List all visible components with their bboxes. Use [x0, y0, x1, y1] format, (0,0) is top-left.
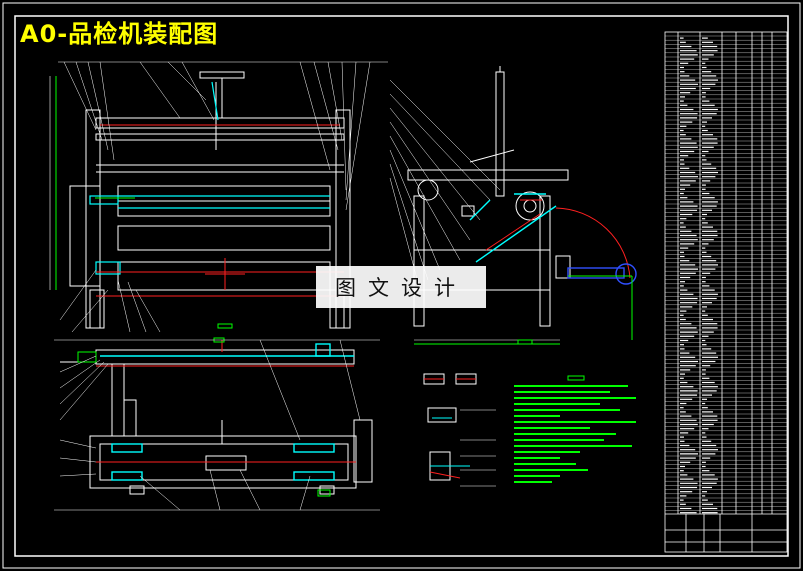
side-view-leaders — [389, 79, 501, 291]
side-view-blue — [567, 263, 637, 285]
front-view — [49, 71, 351, 329]
technical-notes — [514, 375, 636, 483]
drawing-title: A0-品检机装配图 — [20, 20, 219, 48]
side-view-cyan — [469, 193, 557, 263]
watermark-banner: 图文设计 — [316, 266, 486, 308]
front-view-cyan — [89, 81, 330, 275]
side-view-red — [485, 199, 631, 279]
detail-views — [423, 373, 496, 487]
front-view-red — [96, 124, 344, 297]
